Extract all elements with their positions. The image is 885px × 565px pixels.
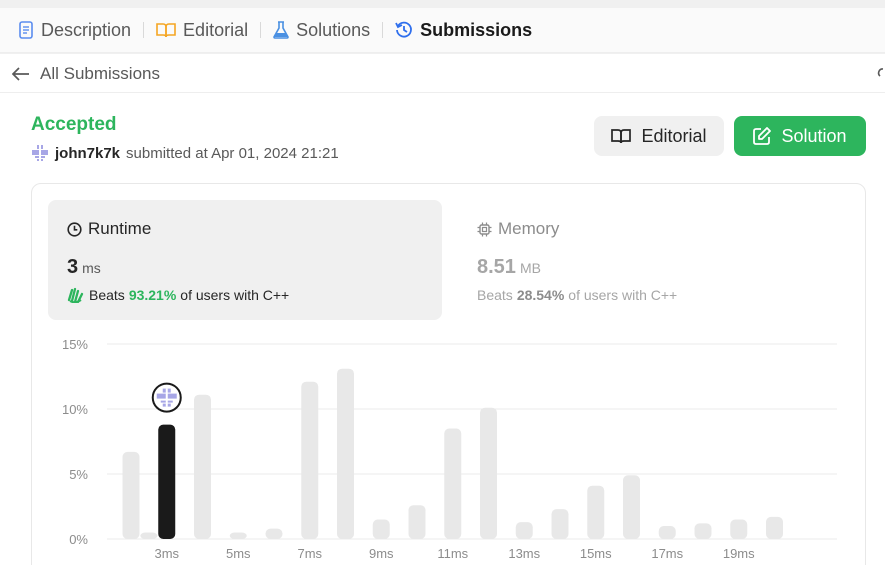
solution-button-label: Solution bbox=[781, 125, 847, 146]
chart-bar[interactable] bbox=[194, 394, 211, 539]
tab-bar: Description Editorial Solutions Submissi… bbox=[0, 8, 885, 53]
submitter-info: john7k7k submitted at Apr 01, 2024 21:21 bbox=[31, 144, 339, 162]
tab-editorial[interactable]: Editorial bbox=[156, 8, 248, 52]
chart-bar[interactable] bbox=[301, 381, 319, 539]
x-tick-label: 15ms bbox=[580, 546, 612, 561]
submission-panel: All Submissions Accepted john7k7k submit… bbox=[0, 54, 885, 565]
x-tick-label: 3ms bbox=[154, 546, 179, 561]
runtime-distribution-chart: 0% 5% 10% 15% 3ms 5ms 7ms 9ms 11ms 13ms 15ms 17ms 19… bbox=[62, 337, 837, 561]
y-tick-label: 10% bbox=[62, 402, 88, 417]
chart-bar[interactable] bbox=[265, 528, 283, 539]
chart-bar[interactable] bbox=[551, 509, 569, 539]
tab-description-label: Description bbox=[41, 19, 132, 40]
submission-status: Accepted bbox=[31, 114, 117, 135]
x-tick-label: 5ms bbox=[226, 546, 251, 561]
y-tick-label: 0% bbox=[69, 532, 88, 547]
all-submissions-link[interactable]: All Submissions bbox=[12, 62, 160, 86]
book-icon bbox=[611, 129, 632, 144]
chart-bar[interactable] bbox=[122, 451, 140, 539]
highlighted-bar[interactable] bbox=[158, 424, 176, 539]
divider bbox=[0, 92, 885, 93]
x-tick-label: 11ms bbox=[437, 546, 468, 561]
x-tick-label: 9ms bbox=[369, 546, 394, 561]
tab-solutions-label: Solutions bbox=[296, 19, 371, 40]
chart-bar[interactable] bbox=[444, 428, 462, 540]
history-icon bbox=[395, 21, 412, 38]
editorial-button-label: Editorial bbox=[641, 125, 707, 146]
edit-icon bbox=[753, 127, 772, 145]
book-icon bbox=[156, 23, 176, 38]
chart-bar[interactable] bbox=[408, 505, 426, 539]
chart-bar[interactable] bbox=[623, 475, 640, 539]
chart-bar[interactable] bbox=[766, 516, 783, 539]
x-tick-label: 19ms bbox=[723, 546, 755, 561]
solution-button[interactable]: Solution bbox=[734, 116, 866, 156]
chart-bar[interactable] bbox=[140, 532, 158, 540]
tab-submissions-label: Submissions bbox=[420, 19, 533, 40]
x-tick-label: 13ms bbox=[508, 546, 540, 561]
tab-submissions[interactable]: Submissions bbox=[395, 8, 532, 52]
tab-divider bbox=[382, 22, 384, 38]
y-tick-label: 15% bbox=[62, 337, 88, 352]
avatar[interactable] bbox=[31, 144, 49, 162]
avatar-pixel bbox=[165, 388, 168, 407]
flask-icon bbox=[273, 21, 289, 39]
chart-bar[interactable] bbox=[515, 522, 533, 539]
chart-bar[interactable] bbox=[658, 526, 676, 539]
tab-divider bbox=[143, 22, 145, 38]
chart-bar[interactable] bbox=[337, 368, 354, 539]
username[interactable]: john7k7k bbox=[55, 145, 120, 162]
chart-bar[interactable] bbox=[587, 485, 605, 539]
chart-bar[interactable] bbox=[730, 519, 748, 540]
arrow-left-icon bbox=[12, 67, 29, 81]
x-tick-label: 7ms bbox=[297, 546, 322, 561]
tab-editorial-label: Editorial bbox=[183, 19, 249, 40]
y-tick-label: 5% bbox=[69, 467, 88, 482]
chart-bar[interactable] bbox=[694, 523, 712, 539]
performance-card: Runtime 3 ms Beats 93.21% of users with C… bbox=[31, 183, 866, 565]
chart-bar[interactable] bbox=[480, 407, 497, 539]
tab-solutions[interactable]: Solutions bbox=[273, 8, 370, 52]
submitted-time: submitted at Apr 01, 2024 21:21 bbox=[126, 144, 339, 162]
all-submissions-label: All Submissions bbox=[40, 64, 160, 83]
editorial-button[interactable]: Editorial bbox=[594, 116, 724, 156]
chart-bar[interactable] bbox=[372, 519, 390, 540]
x-tick-label: 17ms bbox=[651, 546, 683, 561]
link-icon[interactable] bbox=[877, 66, 885, 85]
tab-divider bbox=[260, 22, 262, 38]
description-icon bbox=[19, 21, 33, 39]
chart-bar[interactable] bbox=[229, 532, 247, 540]
tab-description[interactable]: Description bbox=[18, 8, 131, 52]
